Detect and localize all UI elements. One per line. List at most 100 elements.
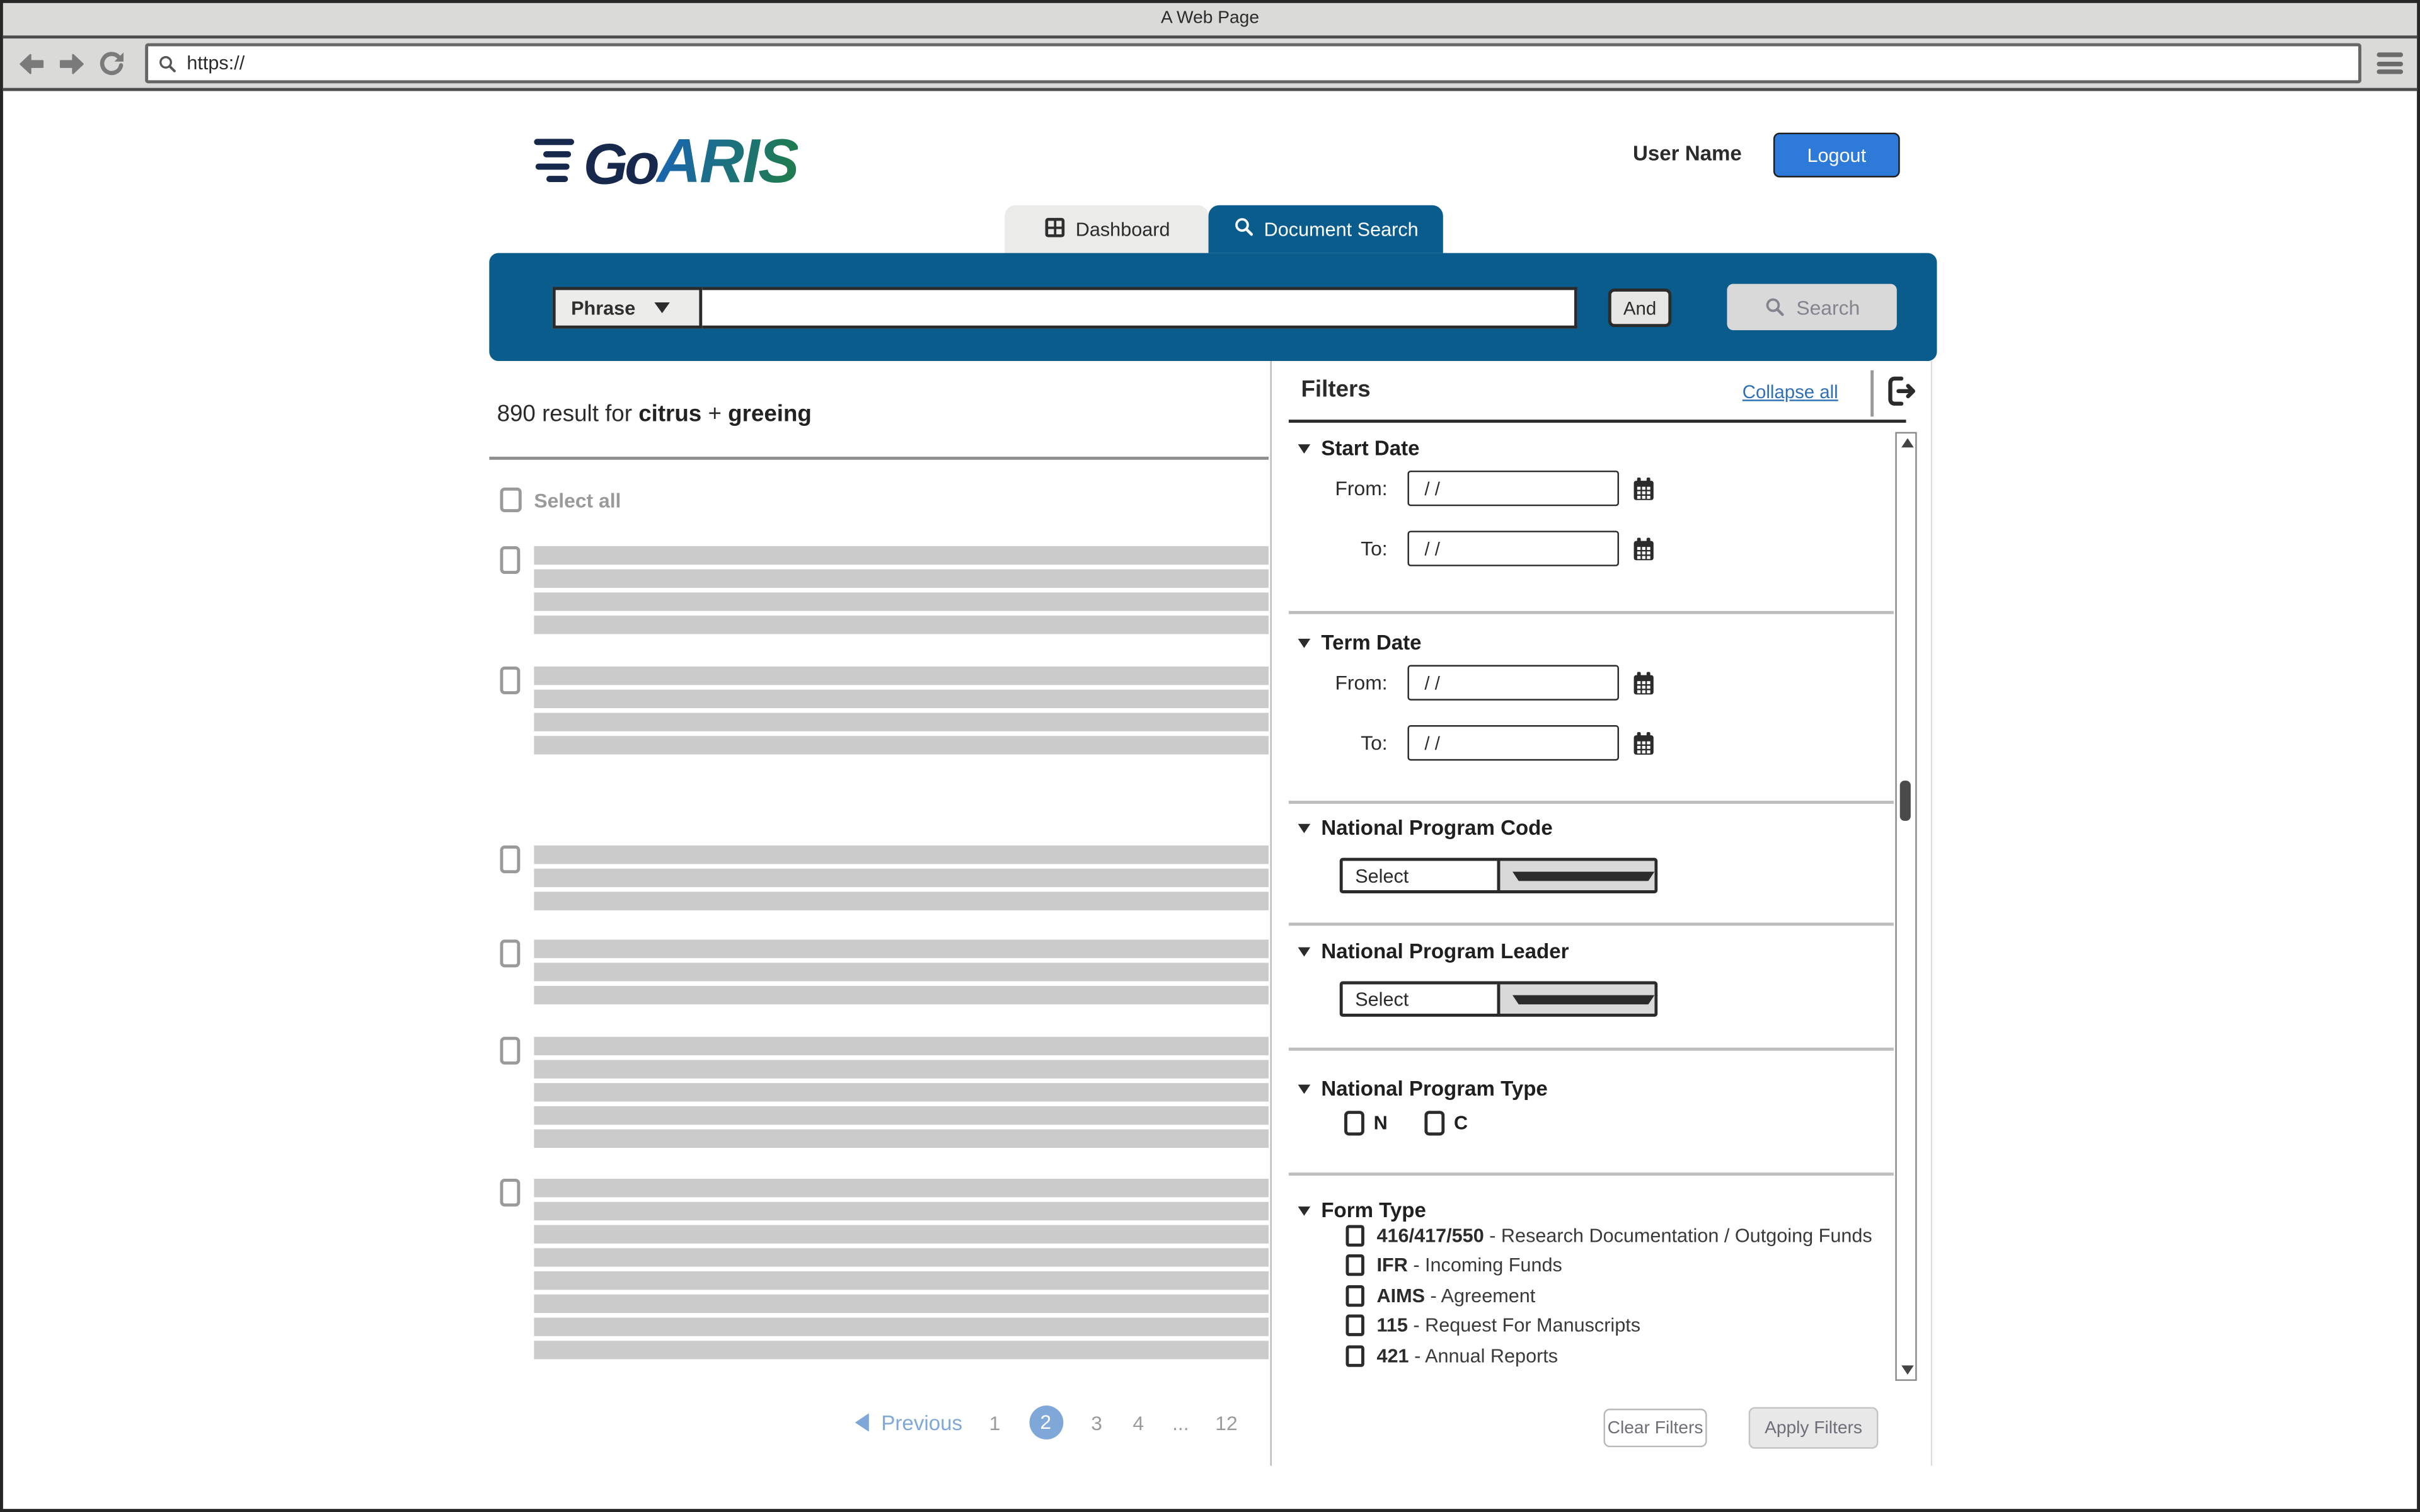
placeholder-bar [534,1179,1269,1197]
program-type-option-N[interactable]: N [1344,1111,1388,1135]
placeholder-bar [534,713,1269,731]
result-checkbox[interactable] [500,546,520,574]
pagination-page-1[interactable]: 1 [987,1411,1002,1435]
result-checkbox[interactable] [500,845,520,873]
search-mode-dropdown[interactable]: Phrase [553,287,703,329]
checkbox[interactable] [1346,1255,1364,1276]
result-checkbox[interactable] [500,1179,520,1206]
refresh-icon[interactable] [97,49,127,78]
and-button[interactable]: And [1608,289,1671,327]
pagination-page-3[interactable]: 3 [1089,1411,1104,1435]
program-type-option-C[interactable]: C [1424,1111,1468,1135]
tab-label: Document Search [1264,219,1419,240]
term-date-from-input[interactable] [1407,665,1619,701]
checkbox[interactable] [1344,1111,1364,1135]
select-value: Select [1343,865,1497,886]
calendar-icon[interactable] [1630,729,1657,757]
scroll-down-icon[interactable] [1901,1365,1913,1375]
option-label: C [1454,1113,1468,1134]
checkbox[interactable] [1424,1111,1444,1135]
browser-toolbar: https:// [3,38,2417,91]
select-all-control[interactable]: Select all [500,488,621,512]
form-type-option[interactable]: 115 - Request For Manuscripts [1346,1310,1886,1341]
national-program-code-select[interactable]: Select [1340,858,1657,893]
calendar-icon[interactable] [1630,474,1657,502]
form-type-option[interactable]: AIMS - Agreement [1346,1281,1886,1311]
url-text: https:// [187,52,245,74]
pagination-page-12[interactable]: 12 [1215,1411,1237,1435]
collapse-all-link[interactable]: Collapse all [1743,381,1838,403]
form-type-option[interactable]: IFR - Incoming Funds [1346,1251,1886,1281]
menu-icon[interactable] [2377,49,2403,78]
section-divider [1289,801,1894,803]
start-date-from-input[interactable] [1407,471,1619,506]
checkbox[interactable] [1346,1345,1364,1366]
term-date-from-row: From: [1272,665,1657,701]
filters-scrollbar[interactable] [1895,432,1916,1381]
tab-dashboard[interactable]: Dashboard [1005,205,1208,253]
scroll-up-icon[interactable] [1901,438,1913,448]
placeholder-bar [534,736,1269,754]
national-program-leader-select[interactable]: Select [1340,982,1657,1017]
result-checkbox[interactable] [500,939,520,967]
search-button[interactable]: Search [1727,284,1896,330]
result-count: 890 result for citrus + greeing [497,401,812,428]
section-header-term-date[interactable]: Term Date [1298,631,1422,655]
section-header-form-type[interactable]: Form Type [1298,1199,1426,1222]
pagination-previous[interactable]: Previous [855,1411,962,1435]
calendar-icon[interactable] [1630,669,1657,697]
select-all-checkbox[interactable] [500,488,521,512]
search-icon [1233,216,1255,243]
tab-document-search[interactable]: Document Search [1209,205,1443,253]
from-label: From: [1298,671,1388,694]
apply-filters-button[interactable]: Apply Filters [1749,1407,1879,1448]
chevron-down-icon [1298,946,1311,956]
dropdown-arrow-button[interactable] [1497,984,1655,1014]
form-type-option[interactable]: 421 - Annual Reports [1346,1341,1886,1370]
browser-window: A Web Page https:// Go ARIS User Name [0,0,2420,1512]
back-icon[interactable] [17,49,47,78]
section-header-national-program-leader[interactable]: National Program Leader [1298,939,1569,963]
user-name: User Name [1633,142,1742,165]
header-divider [1870,370,1873,416]
pagination: Previous 1234...12 [855,1404,1238,1441]
pagination-page-2[interactable]: 2 [1028,1406,1063,1440]
url-bar[interactable]: https:// [145,43,2361,84]
chevron-down-icon [1298,444,1311,453]
start-date-to-row: To: [1272,530,1657,566]
dropdown-arrow-button[interactable] [1497,861,1655,891]
program-type-options: NC [1344,1111,1468,1135]
collapse-panel-icon[interactable] [1883,374,1918,417]
window-title: A Web Page [1161,9,1259,28]
calendar-icon[interactable] [1630,535,1657,563]
section-header-national-program-code[interactable]: National Program Code [1298,816,1553,840]
pagination-page-4[interactable]: 4 [1131,1411,1146,1435]
chevron-down-icon [1298,638,1311,648]
start-date-to-input[interactable] [1407,530,1619,566]
forward-icon[interactable] [57,49,87,78]
term-date-to-row: To: [1272,725,1657,760]
browser-titlebar: A Web Page [3,3,2417,38]
placeholder-bar [534,667,1269,685]
scrollbar-thumb[interactable] [1900,781,1911,821]
form-type-option[interactable]: 416/417/550 - Research Documentation / O… [1346,1220,1886,1251]
results-list [500,546,1269,1364]
term-date-to-input[interactable] [1407,725,1619,760]
result-checkbox[interactable] [500,1037,520,1065]
count-prefix: 890 result for [497,401,639,428]
search-band: Phrase And Search [489,253,1937,361]
checkbox[interactable] [1346,1225,1364,1246]
chevron-left-icon [855,1413,869,1431]
checkbox[interactable] [1346,1285,1364,1306]
option-label: 416/417/550 - Research Documentation / O… [1376,1225,1872,1246]
clear-filters-button[interactable]: Clear Filters [1603,1409,1707,1447]
search-term-1: citrus [638,401,701,428]
select-value: Select [1343,988,1497,1010]
logout-button[interactable]: Logout [1773,133,1900,178]
placeholder-bar [534,1248,1269,1266]
section-header-start-date[interactable]: Start Date [1298,437,1420,460]
result-checkbox[interactable] [500,667,520,694]
checkbox[interactable] [1346,1315,1364,1336]
search-input[interactable] [702,287,1577,329]
section-header-national-program-type[interactable]: National Program Type [1298,1077,1548,1100]
